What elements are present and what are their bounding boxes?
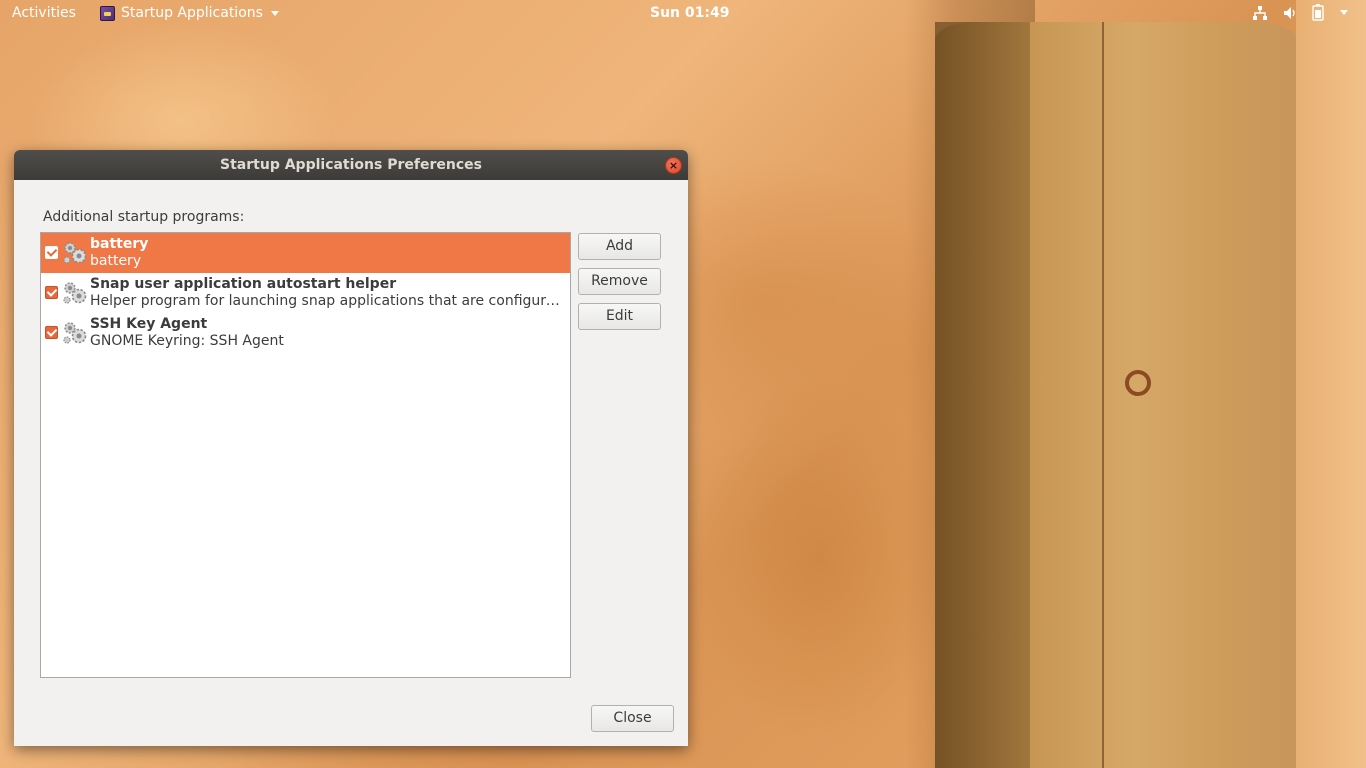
add-button[interactable]: Add	[578, 233, 661, 260]
section-label: Additional startup programs:	[43, 209, 245, 225]
list-item[interactable]: SSH Key Agent GNOME Keyring: SSH Agent	[41, 313, 570, 353]
system-tray[interactable]	[1252, 4, 1366, 21]
app-menu-label: Startup Applications	[121, 5, 263, 21]
door-frame	[1296, 0, 1366, 768]
gears-icon	[63, 242, 87, 264]
app-menu-button[interactable]: Startup Applications	[100, 5, 279, 21]
close-button[interactable]: Close	[591, 705, 674, 732]
list-item[interactable]: battery battery	[41, 233, 570, 273]
list-item[interactable]: Snap user application autostart helper H…	[41, 273, 570, 313]
gears-icon	[63, 282, 87, 304]
system-menu-chevron-icon[interactable]	[1340, 10, 1348, 15]
network-icon[interactable]	[1252, 5, 1268, 21]
dialog-titlebar[interactable]: Startup Applications Preferences ×	[14, 150, 688, 180]
activities-button[interactable]: Activities	[12, 5, 76, 21]
clock[interactable]: Sun 01:49	[650, 5, 729, 21]
door-shadow	[935, 22, 1030, 768]
startup-applications-dialog: Startup Applications Preferences × Addit…	[14, 150, 688, 746]
enable-checkbox[interactable]	[45, 326, 58, 339]
program-description: GNOME Keyring: SSH Agent	[90, 333, 284, 349]
program-description: battery	[90, 253, 142, 269]
door-plank-seam	[1102, 22, 1104, 768]
gears-icon	[63, 322, 87, 344]
top-bar: Activities Startup Applications Sun 01:4…	[0, 0, 1366, 27]
battery-icon[interactable]	[1312, 4, 1324, 21]
door-ring	[1125, 370, 1151, 396]
volume-icon[interactable]	[1282, 5, 1298, 21]
chevron-down-icon	[270, 10, 279, 16]
program-name: battery	[90, 236, 149, 252]
remove-button[interactable]: Remove	[578, 268, 661, 295]
program-name: SSH Key Agent	[90, 316, 208, 332]
program-description: Helper program for launching snap applic…	[90, 293, 564, 309]
dialog-title: Startup Applications Preferences	[220, 157, 482, 173]
close-window-icon[interactable]: ×	[665, 157, 682, 174]
program-name: Snap user application autostart helper	[90, 276, 397, 292]
startup-applications-icon	[100, 5, 115, 21]
edit-button[interactable]: Edit	[578, 303, 661, 330]
startup-programs-list[interactable]: battery battery Snap user application au…	[40, 232, 571, 678]
enable-checkbox[interactable]	[45, 246, 58, 259]
enable-checkbox[interactable]	[45, 286, 58, 299]
